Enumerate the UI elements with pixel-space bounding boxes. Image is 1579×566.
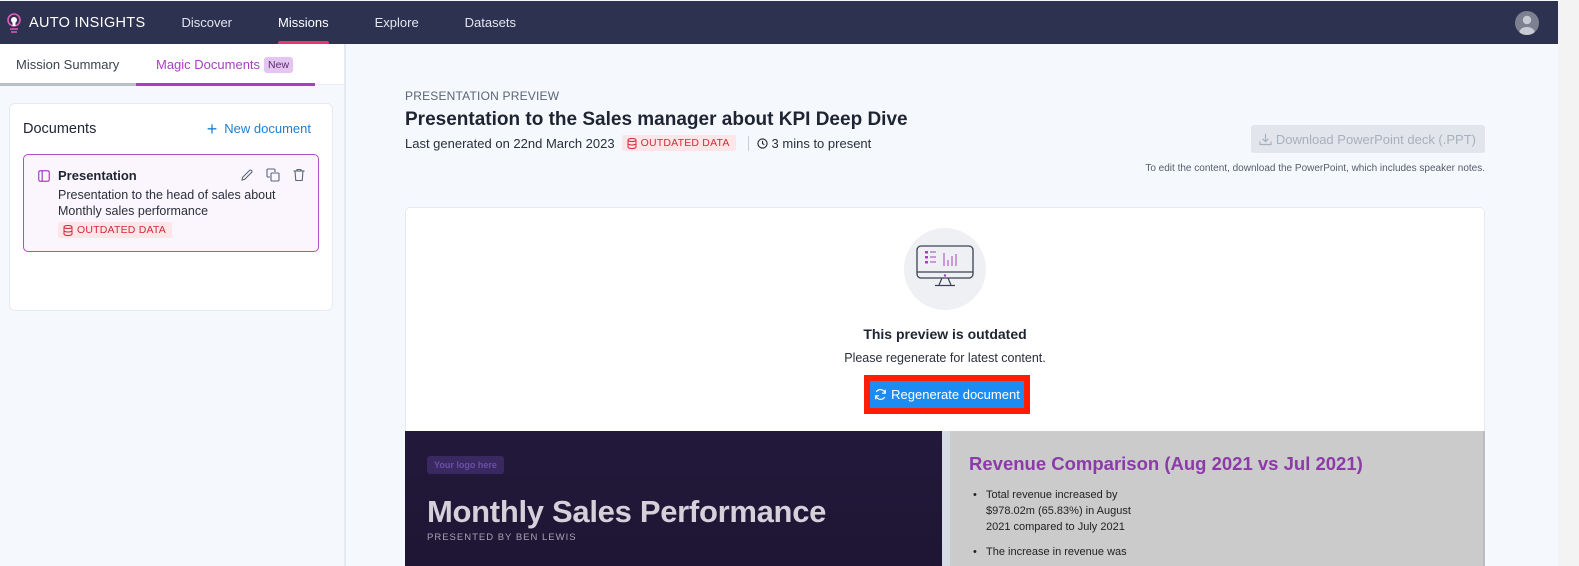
outdated-subtitle: Please regenerate for latest content. (844, 351, 1046, 365)
edit-note: To edit the content, download the PowerP… (1145, 163, 1485, 174)
slide-bullets: Total revenue increased by $978.02m (65.… (973, 487, 1133, 566)
user-avatar-icon[interactable] (1515, 11, 1539, 35)
delete-trash-icon[interactable] (292, 168, 306, 182)
tab-label: Mission Summary (16, 57, 120, 72)
nav-item-discover[interactable]: Discover (181, 1, 232, 44)
logo-placeholder: Your logo here (427, 456, 504, 474)
person-icon (1519, 15, 1535, 35)
main-nav: Discover Missions Explore Datasets (181, 1, 562, 44)
duration: 3 mins to present (771, 135, 872, 151)
slide-bullet: The increase in revenue was (973, 544, 1133, 560)
documents-title: Documents (23, 121, 97, 137)
presentation-panel-icon (38, 170, 50, 182)
monitor-chart-icon (916, 245, 974, 287)
sidebar-tabs: Mission Summary Magic Documents New (0, 44, 344, 86)
preview-outdated-panel: This preview is outdated Please regenera… (405, 207, 1485, 431)
last-generated: Last generated on 22nd March 2023 (405, 135, 615, 151)
document-actions (228, 168, 306, 182)
download-icon (1259, 133, 1272, 145)
new-document-label: New document (224, 121, 311, 136)
regenerate-highlight: Regenerate document (864, 375, 1030, 414)
slide-divider (942, 431, 950, 566)
slide-heading: Revenue Comparison (Aug 2021 vs Jul 2021… (969, 453, 1363, 474)
nav-item-missions[interactable]: Missions (278, 1, 329, 44)
slide-title-preview: Your logo here Monthly Sales Performance… (405, 431, 942, 566)
sidebar: Mission Summary Magic Documents New Docu… (0, 44, 346, 566)
edit-pencil-icon[interactable] (240, 168, 254, 182)
tab-mission-summary[interactable]: Mission Summary (0, 44, 136, 86)
main-content: PRESENTATION PREVIEW Presentation to the… (348, 44, 1558, 566)
tab-magic-documents[interactable]: Magic Documents New (136, 44, 315, 86)
plus-icon: + (206, 118, 218, 139)
regenerate-document-button[interactable]: Regenerate document (868, 379, 1026, 410)
document-meta: Last generated on 22nd March 2023 OUTDAT… (405, 135, 871, 151)
regenerate-label: Regenerate document (891, 387, 1020, 402)
meta-divider (747, 135, 749, 151)
outdated-label: OUTDATED DATA (640, 137, 730, 149)
nav-item-datasets[interactable]: Datasets (465, 1, 516, 44)
outdated-label: OUTDATED DATA (77, 224, 166, 236)
outdated-data-badge: OUTDATED DATA (58, 222, 172, 238)
slide-presenter: PRESENTED BY BEN LEWIS (427, 532, 577, 543)
outdated-data-badge: OUTDATED DATA (621, 135, 736, 151)
nav-item-explore[interactable]: Explore (375, 1, 419, 44)
new-document-button[interactable]: + New document (206, 118, 311, 139)
lightbulb-logo-icon (7, 12, 21, 33)
document-name: Presentation (58, 168, 137, 183)
document-description: Presentation to the head of sales about … (58, 188, 276, 218)
refresh-icon (875, 389, 887, 400)
section-eyebrow: PRESENTATION PREVIEW (405, 89, 560, 103)
outdated-title: This preview is outdated (863, 326, 1027, 342)
top-nav-bar: AUTO INSIGHTS Discover Missions Explore … (0, 1, 1558, 44)
app-window: AUTO INSIGHTS Discover Missions Explore … (0, 0, 1558, 566)
brand[interactable]: AUTO INSIGHTS (6, 1, 145, 44)
download-ppt-button[interactable]: Download PowerPoint deck (.PPT) (1250, 125, 1485, 153)
duplicate-icon[interactable] (266, 168, 280, 182)
page-title: Presentation to the Sales manager about … (405, 109, 908, 130)
slide-title: Monthly Sales Performance (427, 494, 827, 529)
brand-name: AUTO INSIGHTS (29, 14, 146, 31)
clock-icon (756, 137, 768, 149)
new-badge: New (264, 56, 294, 73)
database-icon (627, 137, 637, 149)
slide-bullet: Total revenue increased by $978.02m (65.… (973, 487, 1133, 535)
slide-revenue-preview: Revenue Comparison (Aug 2021 vs Jul 2021… (950, 431, 1485, 566)
document-list-item[interactable]: Presentation Presentation to the head of… (23, 154, 319, 252)
documents-panel: Documents + New document Presentation Pr… (9, 103, 333, 311)
tab-label: Magic Documents (156, 57, 261, 72)
monitor-illustration (904, 228, 986, 310)
database-icon (63, 224, 73, 236)
download-label: Download PowerPoint deck (.PPT) (1275, 131, 1476, 147)
